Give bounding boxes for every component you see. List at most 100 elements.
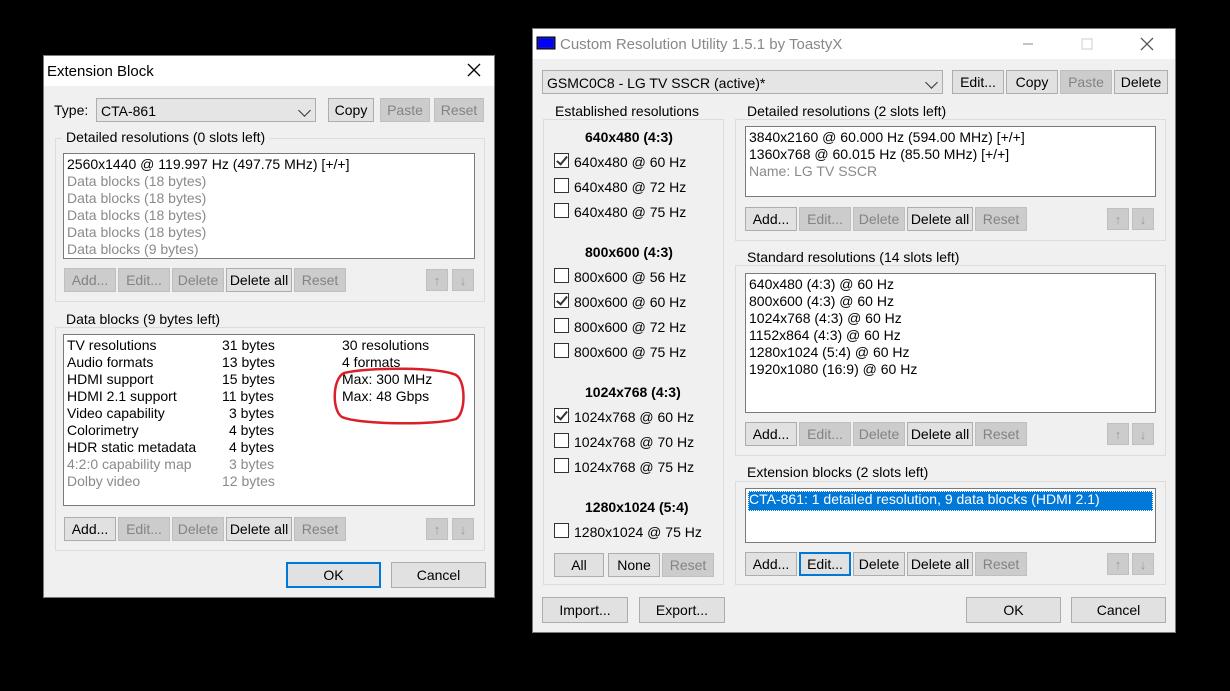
data-blocks-list[interactable]: TV resolutions 31 bytes 30 resolutions A… <box>63 334 475 506</box>
arrow-down-icon[interactable]: ↓ <box>452 269 474 291</box>
type-select[interactable]: CTA-861 <box>96 98 316 122</box>
edit-detailed-button[interactable]: Edit... <box>799 207 851 231</box>
extension-blocks-list[interactable]: CTA-861: 1 detailed resolution, 9 data b… <box>745 488 1156 543</box>
add-detailed-button[interactable]: Add... <box>745 207 797 231</box>
delete-all-standard-button[interactable]: Delete all <box>907 422 973 446</box>
paste-button[interactable]: Paste <box>380 98 430 122</box>
list-item[interactable]: Data blocks (18 bytes) <box>67 190 206 207</box>
edit-standard-button[interactable]: Edit... <box>799 422 851 446</box>
add-detailed-button[interactable]: Add... <box>64 268 116 292</box>
list-item[interactable]: 800x600 (4:3) @ 60 Hz <box>749 293 894 310</box>
data-block-name[interactable]: Video capability <box>67 405 165 422</box>
checkbox[interactable] <box>554 343 569 358</box>
checkbox-label[interactable]: 1024x768 @ 75 Hz <box>574 459 694 475</box>
edit-data-block-button[interactable]: Edit... <box>118 517 170 541</box>
delete-monitor-button[interactable]: Delete <box>1114 70 1168 94</box>
list-item[interactable]: 3840x2160 @ 60.000 Hz (594.00 MHz) [+/+] <box>749 129 1025 146</box>
data-block-name[interactable]: HDR static metadata <box>67 439 196 456</box>
maximize-icon[interactable] <box>1080 37 1094 51</box>
checkbox-label[interactable]: 1024x768 @ 70 Hz <box>574 434 694 450</box>
data-block-name[interactable]: HDMI 2.1 support <box>67 388 177 405</box>
arrow-up-icon[interactable]: ↑ <box>426 269 448 291</box>
arrow-up-icon[interactable]: ↑ <box>1107 423 1129 445</box>
none-button[interactable]: None <box>608 553 660 577</box>
cancel-button[interactable]: Cancel <box>391 562 486 588</box>
reset-detailed-button[interactable]: Reset <box>975 207 1027 231</box>
standard-resolutions-list[interactable]: 640x480 (4:3) @ 60 Hz 800x600 (4:3) @ 60… <box>745 273 1156 413</box>
checkbox[interactable] <box>554 268 569 283</box>
list-item[interactable]: Data blocks (18 bytes) <box>67 207 206 224</box>
list-item[interactable]: CTA-861: 1 detailed resolution, 9 data b… <box>749 491 1100 508</box>
arrow-down-icon[interactable]: ↓ <box>1132 423 1154 445</box>
data-block-name[interactable]: TV resolutions <box>67 337 156 354</box>
data-block-name[interactable]: Audio formats <box>67 354 153 371</box>
list-item[interactable]: 1920x1080 (16:9) @ 60 Hz <box>749 361 917 378</box>
import-button[interactable]: Import... <box>542 597 628 623</box>
reset-data-blocks-button[interactable]: Reset <box>294 517 346 541</box>
detailed-resolutions-list[interactable]: 2560x1440 @ 119.997 Hz (497.75 MHz) [+/+… <box>63 153 475 259</box>
checkbox-label[interactable]: 800x600 @ 56 Hz <box>574 269 686 285</box>
data-block-name[interactable]: 4:2:0 capability map <box>67 456 192 473</box>
arrow-down-icon[interactable]: ↓ <box>452 518 474 540</box>
list-item[interactable]: 2560x1440 @ 119.997 Hz (497.75 MHz) [+/+… <box>67 156 349 173</box>
checkbox[interactable] <box>554 408 569 423</box>
checkbox-label[interactable]: 1024x768 @ 60 Hz <box>574 409 694 425</box>
minimize-icon[interactable] <box>1021 37 1035 51</box>
checkbox-label[interactable]: 640x480 @ 60 Hz <box>574 154 686 170</box>
data-block-name[interactable]: Colorimetry <box>67 422 139 439</box>
arrow-down-icon[interactable]: ↓ <box>1132 208 1154 230</box>
add-extension-button[interactable]: Add... <box>745 552 797 576</box>
reset-button[interactable]: Reset <box>434 98 484 122</box>
delete-detailed-button[interactable]: Delete <box>853 207 905 231</box>
arrow-up-icon[interactable]: ↑ <box>426 518 448 540</box>
edit-detailed-button[interactable]: Edit... <box>118 268 170 292</box>
reset-standard-button[interactable]: Reset <box>975 422 1027 446</box>
checkbox[interactable] <box>554 458 569 473</box>
delete-all-extensions-button[interactable]: Delete all <box>907 552 973 576</box>
arrow-up-icon[interactable]: ↑ <box>1107 553 1129 575</box>
list-item[interactable]: Data blocks (18 bytes) <box>67 173 206 190</box>
delete-data-block-button[interactable]: Delete <box>172 517 224 541</box>
delete-extension-button[interactable]: Delete <box>853 552 905 576</box>
close-icon[interactable] <box>466 62 482 78</box>
checkbox[interactable] <box>554 293 569 308</box>
cancel-button[interactable]: Cancel <box>1071 597 1166 623</box>
reset-established-button[interactable]: Reset <box>662 553 714 577</box>
ok-button[interactable]: OK <box>966 597 1061 623</box>
checkbox[interactable] <box>554 153 569 168</box>
checkbox[interactable] <box>554 433 569 448</box>
edit-extension-button[interactable]: Edit... <box>799 552 851 576</box>
checkbox-label[interactable]: 800x600 @ 72 Hz <box>574 319 686 335</box>
delete-detailed-button[interactable]: Delete <box>172 268 224 292</box>
list-item[interactable]: 1024x768 (4:3) @ 60 Hz <box>749 310 902 327</box>
checkbox-label[interactable]: 800x600 @ 60 Hz <box>574 294 686 310</box>
reset-detailed-button[interactable]: Reset <box>294 268 346 292</box>
checkbox-label[interactable]: 640x480 @ 72 Hz <box>574 179 686 195</box>
extension-block-titlebar[interactable]: Extension Block <box>44 56 494 86</box>
copy-button[interactable]: Copy <box>328 98 374 122</box>
delete-standard-button[interactable]: Delete <box>853 422 905 446</box>
data-block-name[interactable]: Dolby video <box>67 473 140 490</box>
checkbox-label[interactable]: 1280x1024 @ 75 Hz <box>574 524 702 540</box>
list-item[interactable]: 640x480 (4:3) @ 60 Hz <box>749 276 894 293</box>
checkbox[interactable] <box>554 203 569 218</box>
list-item[interactable]: Name: LG TV SSCR <box>749 163 877 180</box>
close-icon[interactable] <box>1139 36 1155 52</box>
arrow-up-icon[interactable]: ↑ <box>1107 208 1129 230</box>
all-button[interactable]: All <box>554 553 604 577</box>
list-item[interactable]: 1280x1024 (5:4) @ 60 Hz <box>749 344 910 361</box>
delete-all-data-blocks-button[interactable]: Delete all <box>226 517 292 541</box>
delete-all-detailed-button[interactable]: Delete all <box>226 268 292 292</box>
list-item[interactable]: 1152x864 (4:3) @ 60 Hz <box>749 327 901 344</box>
paste-button[interactable]: Paste <box>1060 70 1112 94</box>
arrow-down-icon[interactable]: ↓ <box>1132 553 1154 575</box>
edit-monitor-button[interactable]: Edit... <box>952 70 1004 94</box>
export-button[interactable]: Export... <box>639 597 725 623</box>
cru-titlebar[interactable]: Custom Resolution Utility 1.5.1 by Toast… <box>533 29 1175 59</box>
checkbox[interactable] <box>554 318 569 333</box>
checkbox[interactable] <box>554 178 569 193</box>
ok-button[interactable]: OK <box>286 562 381 588</box>
add-data-block-button[interactable]: Add... <box>64 517 116 541</box>
reset-extension-button[interactable]: Reset <box>975 552 1027 576</box>
checkbox-label[interactable]: 800x600 @ 75 Hz <box>574 344 686 360</box>
